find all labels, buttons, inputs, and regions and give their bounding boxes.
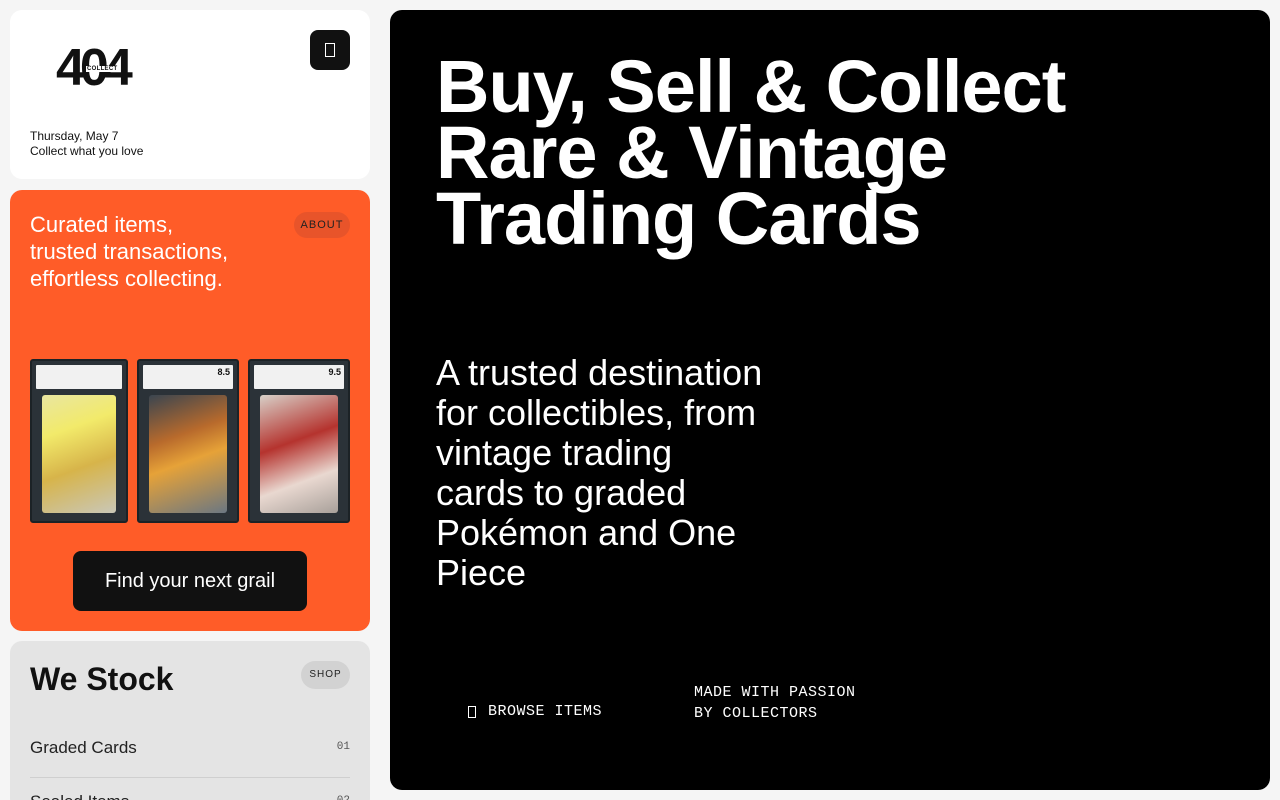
stock-title: We Stock — [30, 661, 174, 697]
slab-grade: 8.5 — [217, 367, 230, 377]
card-art — [149, 395, 227, 513]
arrow-icon — [468, 705, 476, 718]
one-piece-slab-image[interactable]: 9.5 — [248, 359, 350, 523]
tagline-line: Curated items, — [30, 212, 174, 237]
hero-panel: Buy, Sell & Collect Rare & Vintage Tradi… — [390, 10, 1270, 790]
slab-label: 9.5 — [254, 365, 344, 389]
passion-line: BY COLLECTORS — [694, 705, 818, 722]
promo-tagline: Curated items, trusted transactions, eff… — [30, 211, 228, 292]
menu-icon — [325, 43, 335, 57]
logo-subtext: COLLECT — [86, 66, 119, 72]
promo-card: Curated items, trusted transactions, eff… — [10, 190, 370, 631]
card-art — [260, 395, 338, 513]
find-grail-button[interactable]: Find your next grail — [73, 551, 307, 611]
browse-items-link[interactable]: BROWSE ITEMS — [468, 703, 602, 720]
stock-item-name: Sealed Items — [30, 792, 129, 800]
about-button[interactable]: ABOUT — [294, 212, 350, 238]
card-art — [42, 395, 116, 513]
hero-title: Buy, Sell & Collect Rare & Vintage Tradi… — [436, 50, 1066, 260]
stock-item-index: 02 — [337, 795, 350, 800]
passion-line: MADE WITH PASSION — [694, 684, 856, 701]
stock-item-name: Graded Cards — [30, 738, 137, 757]
charizard-slab-image[interactable] — [30, 359, 128, 523]
stock-item-sealed-items[interactable]: Sealed Items 02 — [30, 792, 350, 800]
header-card: 404 COLLECT Thursday, May 7 Collect what… — [10, 10, 370, 179]
passion-note: MADE WITH PASSION BY COLLECTORS — [694, 682, 856, 724]
entei-slab-image[interactable]: 8.5 — [137, 359, 239, 523]
menu-button[interactable] — [310, 30, 350, 70]
slab-grade: 9.5 — [328, 367, 341, 377]
slogan: Collect what you love — [30, 144, 144, 158]
hero-title-line: Trading Cards — [436, 177, 922, 260]
current-date: Thursday, May 7 — [30, 129, 119, 143]
stock-item-index: 01 — [336, 741, 350, 753]
slab-label: 8.5 — [143, 365, 233, 389]
tagline-line: effortless collecting. — [30, 266, 223, 291]
logo[interactable]: 404 COLLECT — [56, 42, 146, 94]
browse-items-label: BROWSE ITEMS — [488, 703, 603, 720]
tagline-line: trusted transactions, — [30, 239, 229, 264]
shop-button[interactable]: SHOP — [301, 661, 350, 689]
date-block: Thursday, May 7 Collect what you love — [30, 129, 143, 159]
stock-item-graded-cards[interactable]: Graded Cards 01 — [30, 738, 350, 778]
graded-card-showcase: 8.5 9.5 — [30, 359, 350, 523]
hero-subtitle: A trusted destination for collectibles, … — [436, 352, 763, 593]
slab-label — [36, 365, 122, 389]
stock-card: We Stock SHOP Graded Cards 01 Sealed Ite… — [10, 641, 370, 800]
